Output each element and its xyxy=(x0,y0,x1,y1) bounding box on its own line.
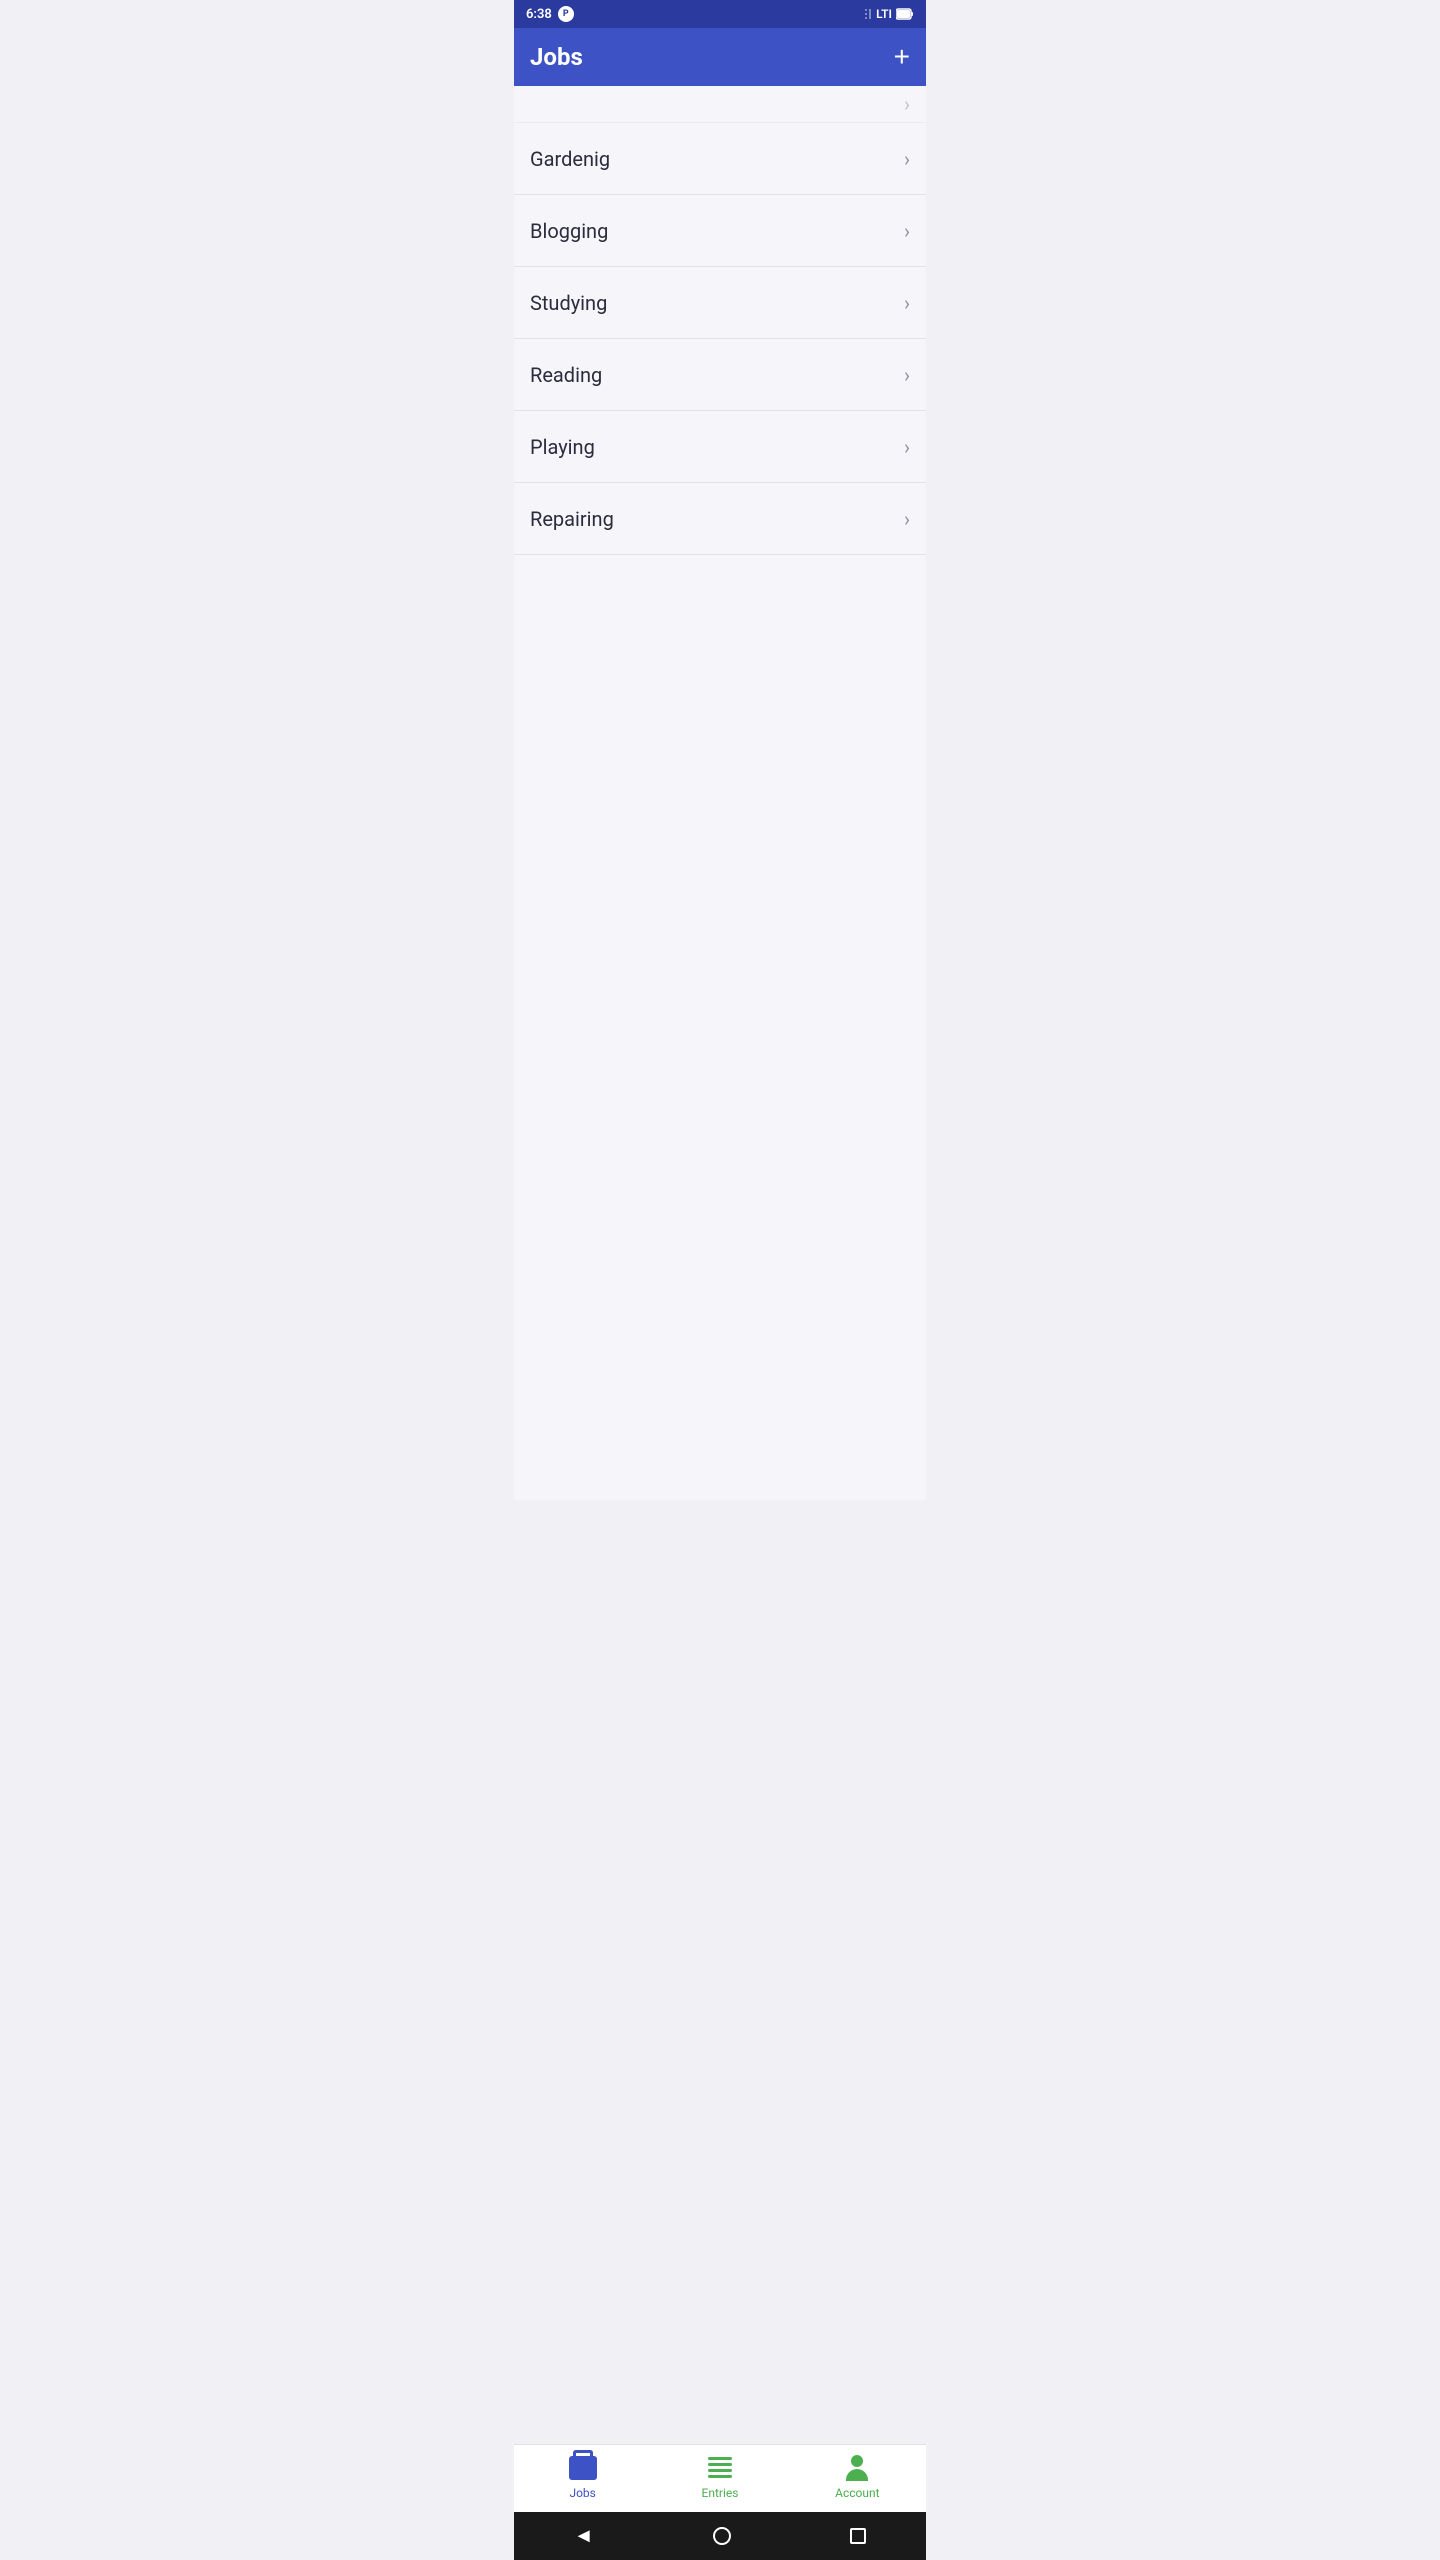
chevron-right-icon: › xyxy=(904,507,910,531)
nav-tab-entries[interactable]: Entries xyxy=(651,2446,788,2508)
status-bar-left: 6:38 xyxy=(526,6,574,22)
chevron-right-icon: › xyxy=(904,363,910,387)
list-item[interactable]: Playing › xyxy=(514,411,926,483)
status-bar-right: LTI xyxy=(858,7,914,21)
app-title: Jobs xyxy=(530,43,583,71)
bottom-nav: Jobs Entries Account xyxy=(514,2444,926,2512)
item-label: Repairing xyxy=(530,507,614,531)
pocket-icon xyxy=(558,6,574,22)
chevron-right-icon: › xyxy=(904,219,910,243)
entries-icon xyxy=(706,2454,734,2482)
briefcase-icon xyxy=(569,2454,597,2482)
battery-icon xyxy=(896,8,914,20)
nav-label-entries: Entries xyxy=(702,2486,739,2500)
list-item[interactable]: Repairing › xyxy=(514,483,926,555)
back-button[interactable]: ◄ xyxy=(574,2525,594,2548)
list-item[interactable]: Blogging › xyxy=(514,195,926,267)
android-nav-bar: ◄ xyxy=(514,2512,926,2560)
nav-label-account: Account xyxy=(835,2486,879,2500)
recents-button[interactable] xyxy=(850,2528,866,2544)
list-item[interactable]: Gardenig › xyxy=(514,123,926,195)
chevron-right-icon: › xyxy=(904,147,910,171)
list-item[interactable]: Studying › xyxy=(514,267,926,339)
jobs-list: › Gardenig › Blogging › Studying › Readi… xyxy=(514,86,926,1500)
nav-tab-jobs[interactable]: Jobs xyxy=(514,2446,651,2508)
lti-label: LTI xyxy=(876,7,892,21)
signal-icon xyxy=(858,7,872,21)
status-time: 6:38 xyxy=(526,7,552,22)
partial-list-item: › xyxy=(514,86,926,123)
list-item[interactable]: Reading › xyxy=(514,339,926,411)
status-bar: 6:38 LTI xyxy=(514,0,926,28)
nav-tab-account[interactable]: Account xyxy=(789,2446,926,2508)
item-label: Playing xyxy=(530,435,595,459)
account-icon xyxy=(843,2454,871,2482)
item-label: Gardenig xyxy=(530,147,610,171)
add-job-button[interactable]: + xyxy=(894,43,910,71)
chevron-right-icon: › xyxy=(904,435,910,459)
home-button[interactable] xyxy=(713,2527,731,2545)
item-label: Studying xyxy=(530,291,607,315)
item-label: Blogging xyxy=(530,219,608,243)
app-bar: Jobs + xyxy=(514,28,926,86)
nav-label-jobs: Jobs xyxy=(569,2486,595,2500)
chevron-right-icon: › xyxy=(904,291,910,315)
item-label: Reading xyxy=(530,363,602,387)
